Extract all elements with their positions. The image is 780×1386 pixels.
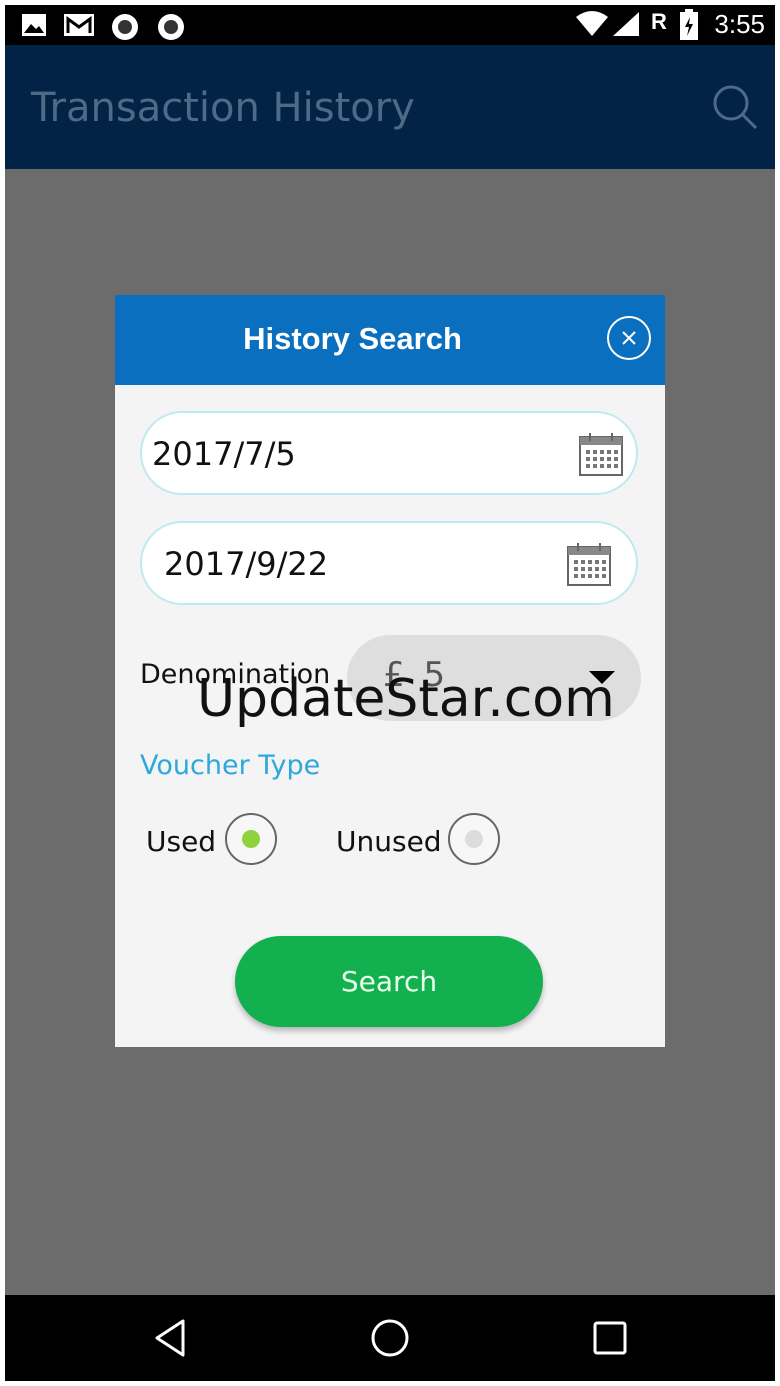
- start-date-value: 2017/7/5: [152, 435, 296, 473]
- voucher-type-label: Voucher Type: [140, 750, 321, 781]
- status-time: 3:55: [714, 9, 765, 39]
- image-icon: [21, 13, 47, 41]
- wifi-icon: [575, 11, 609, 41]
- watermark: UpdateStar.com: [197, 669, 615, 729]
- gmail-icon: [63, 13, 95, 41]
- close-icon[interactable]: [607, 316, 651, 360]
- back-icon[interactable]: [147, 1315, 193, 1361]
- home-icon[interactable]: [367, 1315, 413, 1361]
- used-option-label: Used: [146, 825, 217, 858]
- radio-empty-dot: [465, 830, 483, 848]
- status-bar: R 3:55: [5, 5, 775, 45]
- search-button[interactable]: Search: [235, 936, 543, 1027]
- recents-icon[interactable]: [587, 1315, 633, 1361]
- dialog-title: History Search: [243, 321, 462, 356]
- calendar-icon[interactable]: [578, 431, 624, 477]
- calendar-icon[interactable]: [566, 541, 612, 587]
- circle-app-icon: [111, 13, 139, 45]
- app-bar: Transaction History: [5, 45, 775, 169]
- circle-app-icon: [157, 13, 185, 45]
- search-button-label: Search: [340, 965, 438, 998]
- screen: R 3:55 Transaction History History Searc…: [5, 5, 775, 1381]
- unused-radio[interactable]: [448, 813, 500, 865]
- search-icon[interactable]: [711, 83, 759, 131]
- page-title: Transaction History: [31, 85, 415, 131]
- dialog-header: History Search: [115, 295, 665, 385]
- start-date-field[interactable]: 2017/7/5: [140, 411, 638, 495]
- navigation-bar: [5, 1295, 775, 1381]
- end-date-field[interactable]: 2017/9/22: [140, 521, 638, 605]
- radio-selected-dot: [242, 830, 260, 848]
- unused-option-label: Unused: [336, 825, 442, 858]
- end-date-value: 2017/9/22: [164, 545, 329, 583]
- battery-icon: [679, 9, 699, 45]
- signal-icon: [611, 11, 641, 41]
- network-label: R: [651, 9, 667, 34]
- used-radio[interactable]: [225, 813, 277, 865]
